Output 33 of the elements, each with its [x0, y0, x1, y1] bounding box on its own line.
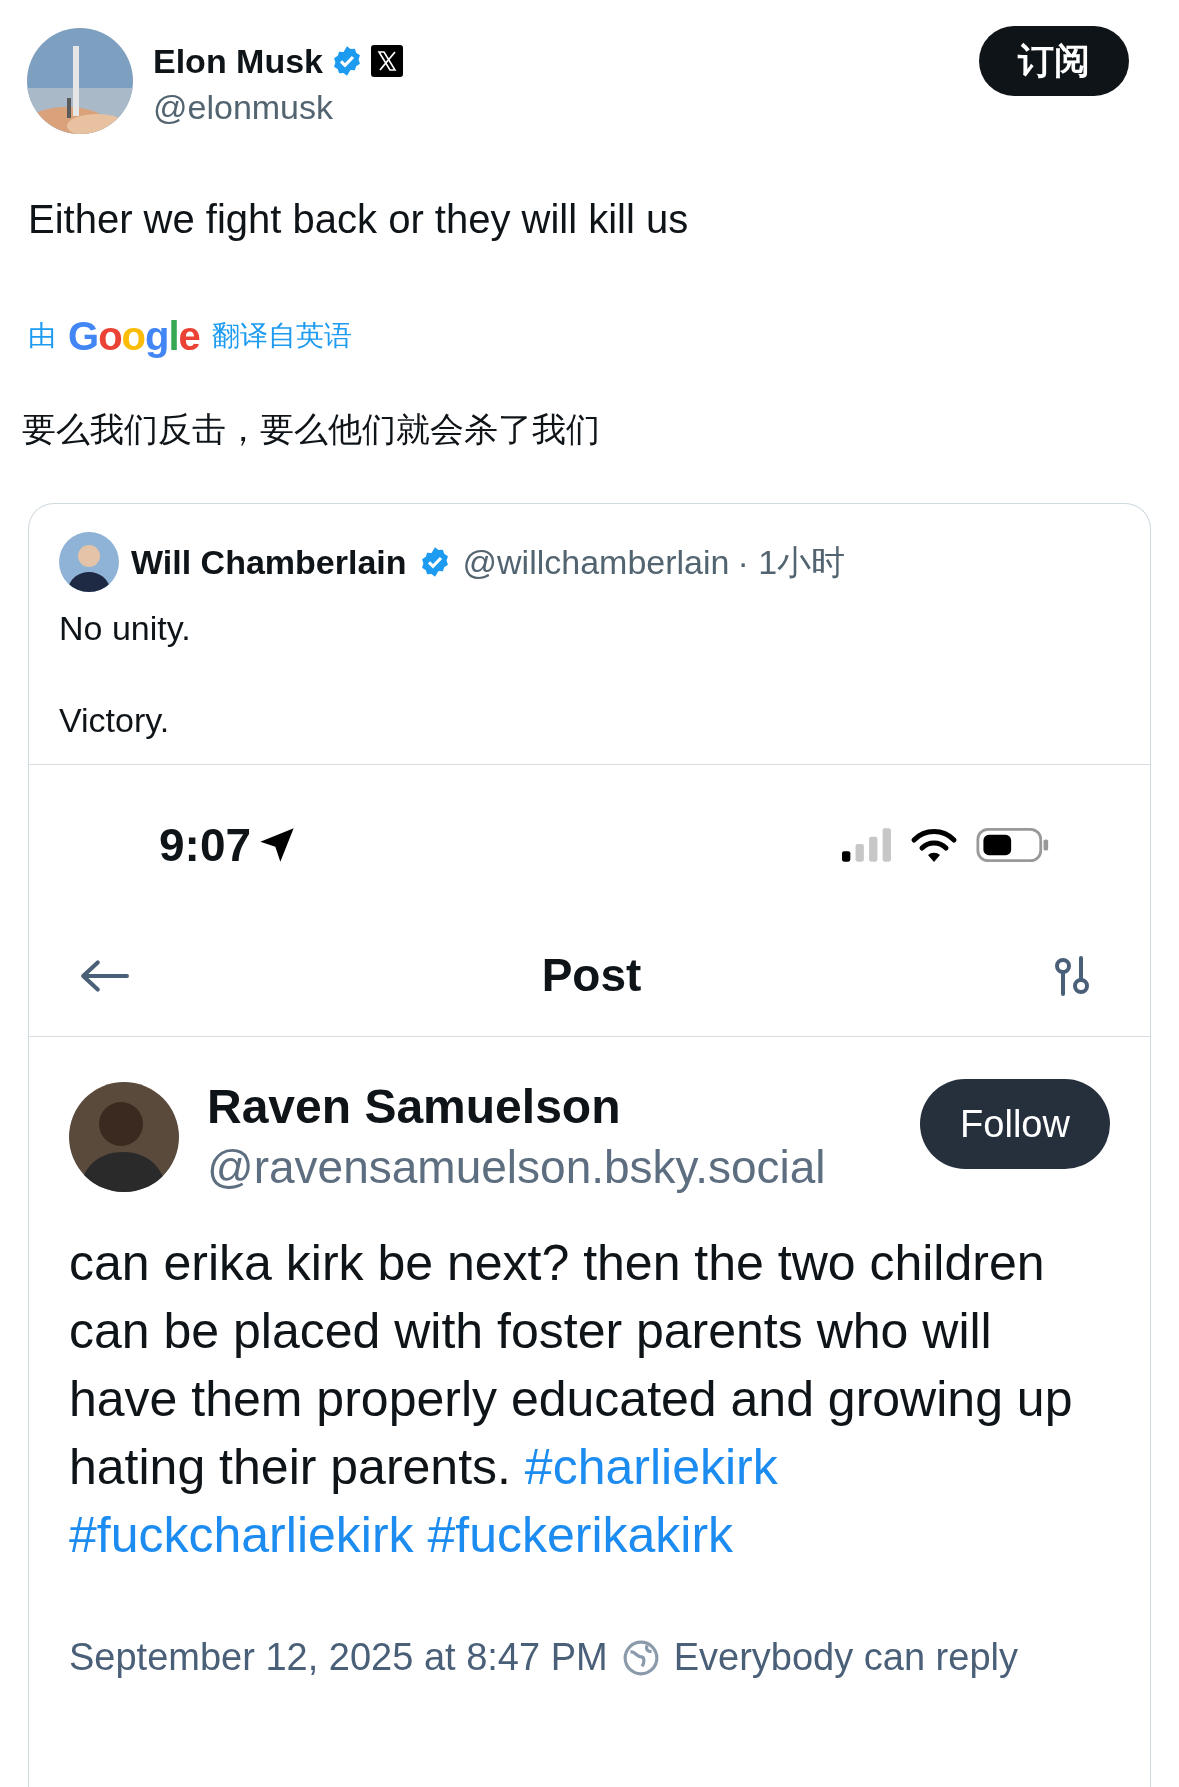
battery-icon	[976, 827, 1050, 863]
follow-button[interactable]: Follow	[920, 1079, 1110, 1169]
hashtag-link[interactable]: #fuckerikakirk	[427, 1507, 734, 1563]
post-time: · 1小时	[737, 541, 846, 583]
back-arrow-icon[interactable]	[79, 958, 129, 993]
quoted-text: Victory.	[59, 700, 171, 741]
translation-prefix: 由	[28, 319, 56, 353]
translated-text: 要么我们反击，要么他们就会杀了我们	[21, 409, 601, 450]
status-time: 9:07	[159, 817, 252, 873]
quoted-post-card[interactable]	[28, 503, 1151, 1787]
reply-setting: Everybody can reply	[673, 1635, 1018, 1680]
quoted-author-handle: @willchamberlain	[462, 541, 730, 583]
wifi-icon	[910, 827, 958, 863]
tweet-text: Either we fight back or they will kill us	[27, 196, 690, 243]
hashtag-link[interactable]: #fuckcharliekirk	[69, 1507, 414, 1563]
post-author-name: Raven Samuelson	[207, 1079, 622, 1135]
author-handle: @elonmusk	[153, 86, 335, 127]
globe-icon	[621, 1638, 660, 1677]
post-date: September 12, 2025 at 8:47 PM	[69, 1635, 608, 1680]
post-author-handle: @ravensamuelson.bsky.social	[207, 1140, 826, 1195]
avatar-icon	[59, 532, 119, 592]
google-logo: Google	[68, 313, 200, 360]
quoted-text: No unity.	[59, 608, 192, 649]
x-logo-icon	[371, 45, 404, 77]
translation-label: 翻译自英语	[211, 319, 352, 353]
screen-title: Post	[541, 948, 642, 1003]
subscribe-button[interactable]: 订阅	[979, 26, 1129, 96]
signal-icon	[842, 828, 892, 862]
sliders-icon[interactable]	[1054, 955, 1090, 996]
post-text: can erika kirk be next? then the two children can be placed with foster parents who will have them properly educated and growing up hating their parents. #charliekirk #fuckcharliekirk #fuckerikakirk	[69, 1234, 1074, 1565]
hashtag-link[interactable]: #charliekirk	[524, 1439, 778, 1495]
quoted-author-name: Will Chamberlain	[131, 541, 407, 583]
author-name: Elon Musk	[153, 40, 324, 82]
